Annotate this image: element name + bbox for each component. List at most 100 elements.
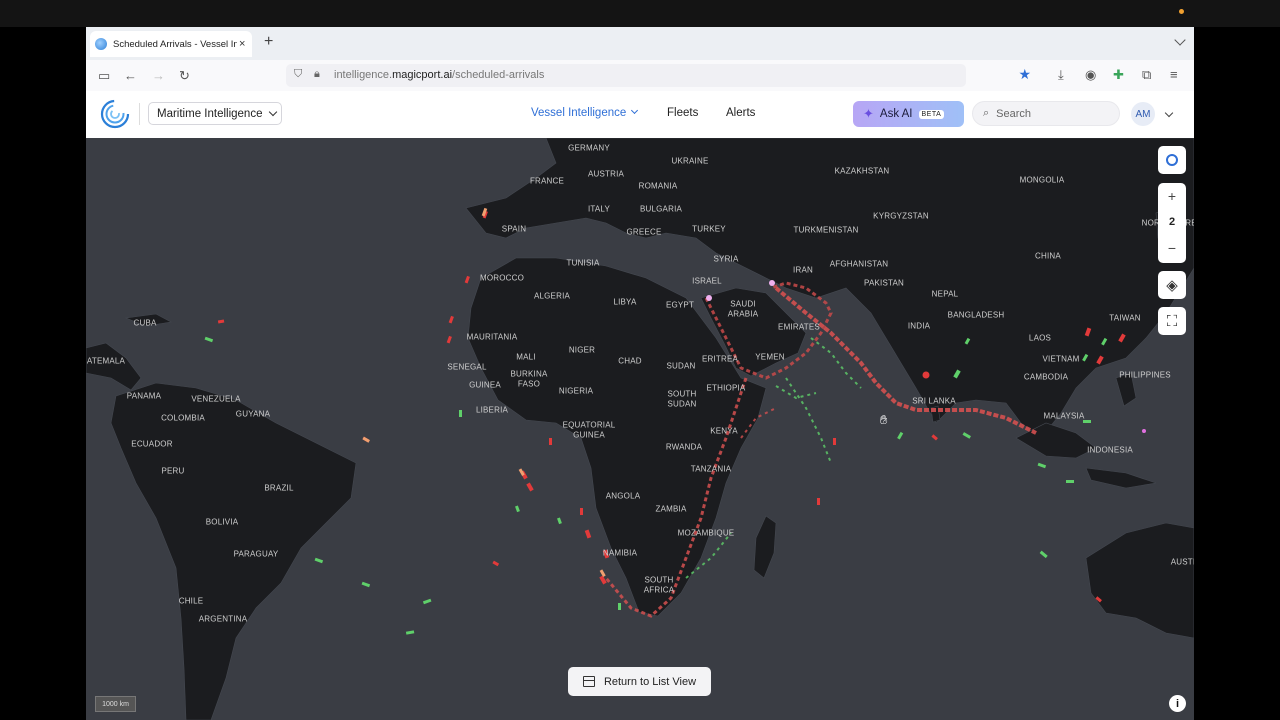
country-label: PERU xyxy=(161,466,185,476)
account-icon[interactable]: ◉ xyxy=(1085,67,1096,83)
vessel-map[interactable]: GERMANY UKRAINE FRANCE AUSTRIA ROMANIA KAZAKH… xyxy=(86,138,1194,720)
country-label: SYRIA xyxy=(713,254,739,264)
country-label: CAMBODIA xyxy=(1023,372,1069,382)
country-label: AUSTRIA xyxy=(587,169,625,179)
layers-button[interactable]: ◈ xyxy=(1158,271,1186,299)
country-label: ISRAEL xyxy=(692,276,722,286)
country-label: AFRICA xyxy=(643,585,675,595)
chevron-down-icon[interactable] xyxy=(1164,108,1174,118)
country-label: FRANCE xyxy=(529,176,565,186)
country-label: MOROCCO xyxy=(479,273,525,283)
country-label: SAUDI xyxy=(730,299,756,309)
downloads-icon[interactable]: ⤓ xyxy=(1058,67,1064,83)
reload-icon[interactable]: ↻ xyxy=(179,68,190,84)
search-input[interactable]: ⌕ Search xyxy=(972,101,1120,126)
new-tab-button[interactable]: + xyxy=(264,33,273,51)
country-label: UKRAINE xyxy=(671,156,709,166)
url-bar[interactable]: ⛉ 🔒︎ intelligence.magicport.ai/scheduled… xyxy=(286,64,1031,87)
country-label: ALGERIA xyxy=(533,291,571,301)
country-label: MONGOLIA xyxy=(1019,175,1065,185)
zoom-control: + 2 − xyxy=(1158,183,1186,263)
country-label: GERMANY xyxy=(568,143,610,153)
country-label: KENYA xyxy=(710,426,738,436)
country-label: SUDAN xyxy=(666,361,696,371)
nav-label: Vessel Intelligence xyxy=(531,107,627,119)
nav-vessel-intelligence[interactable]: Vessel Intelligence xyxy=(531,106,639,119)
country-label: SUDAN xyxy=(667,399,697,409)
country-label: EQUATORIAL xyxy=(562,420,616,430)
fullscreen-icon: ⛶ xyxy=(1166,312,1178,330)
country-label: SRI LANKA xyxy=(912,396,956,406)
zoom-in-button[interactable]: + xyxy=(1158,183,1186,209)
country-label: NEPAL xyxy=(931,289,959,299)
country-label: ATEMALA xyxy=(86,356,126,366)
tab-list-chevron-icon[interactable] xyxy=(1174,34,1186,46)
browser-window: Scheduled Arrivals - Vessel Inte × + ▭ ←… xyxy=(86,27,1194,720)
sidebar-toggle-icon[interactable]: ▭ xyxy=(98,68,110,84)
country-label: ARGENTINA xyxy=(198,614,248,624)
map-canvas[interactable] xyxy=(86,138,1194,720)
zoom-out-button[interactable]: − xyxy=(1158,235,1186,261)
forward-icon[interactable]: → xyxy=(152,68,165,83)
extension-icon[interactable]: ✚ xyxy=(1113,67,1124,83)
country-label: GUYANA xyxy=(235,409,271,419)
shield-icon[interactable]: ⛉ xyxy=(294,68,302,81)
info-icon[interactable]: i xyxy=(1169,695,1186,712)
country-label: FASO xyxy=(517,379,541,389)
country-label: SOUTH xyxy=(644,575,674,585)
country-label: ETHIOPIA xyxy=(706,383,746,393)
country-label: KAZAKHSTAN xyxy=(834,166,890,176)
avatar[interactable]: AM xyxy=(1131,102,1155,126)
workspace-dropdown[interactable]: Maritime Intelligence xyxy=(148,102,282,125)
country-label: BULGARIA xyxy=(639,204,683,214)
country-label: LIBERIA xyxy=(475,405,509,415)
header-divider xyxy=(139,103,140,125)
compass-button[interactable] xyxy=(1158,146,1186,174)
country-label: NIGERIA xyxy=(558,386,594,396)
country-label: TAIWAN xyxy=(1109,313,1141,323)
country-label: PHILIPPINES xyxy=(1119,370,1171,380)
ask-ai-button[interactable]: ✦ Ask AI BETA xyxy=(853,101,964,127)
country-label: IRAN xyxy=(793,265,813,275)
menu-icon[interactable]: ≡ xyxy=(1170,67,1178,82)
extensions-puzzle-icon[interactable]: ⧉ xyxy=(1142,67,1151,83)
country-label: ZAMBIA xyxy=(655,504,687,514)
bookmark-star-icon[interactable]: ★ xyxy=(1018,66,1031,83)
beta-badge: BETA xyxy=(918,109,945,119)
tab-title: Scheduled Arrivals - Vessel Inte xyxy=(113,38,237,50)
country-label: NIGER xyxy=(568,345,596,355)
country-label: BURKINA xyxy=(510,369,548,379)
lock-icon[interactable]: 🔒︎ xyxy=(314,68,320,81)
back-icon[interactable]: ← xyxy=(124,68,137,83)
nav-fleets[interactable]: Fleets xyxy=(667,107,698,119)
country-label: AUSTI xyxy=(1170,557,1194,567)
country-label: LAOS xyxy=(1028,333,1052,343)
close-tab-icon[interactable]: × xyxy=(239,38,245,50)
return-to-list-button[interactable]: Return to List View xyxy=(568,667,711,696)
layers-icon: ◈ xyxy=(1166,277,1178,294)
fullscreen-button[interactable]: ⛶ xyxy=(1158,307,1186,335)
search-icon: ⌕ xyxy=(983,107,990,119)
country-label: VIETNAM xyxy=(1042,354,1080,364)
os-top-bar xyxy=(0,0,1280,27)
country-label: EGYPT xyxy=(665,300,695,310)
nav-alerts[interactable]: Alerts xyxy=(726,107,755,119)
country-label: BANGLADESH xyxy=(947,310,1005,320)
browser-tab[interactable]: Scheduled Arrivals - Vessel Inte × xyxy=(90,31,252,57)
return-to-list-label: Return to List View xyxy=(603,675,697,688)
compass-icon xyxy=(1166,154,1178,166)
address-toolbar: ▭ ← → ↻ ⛉ 🔒︎ intelligence.magicport.ai/s… xyxy=(86,60,1194,92)
magicport-logo-icon[interactable] xyxy=(100,99,130,129)
country-label: PARAGUAY xyxy=(233,549,279,559)
country-label: MALI xyxy=(516,352,536,362)
country-label: CHAD xyxy=(618,356,642,366)
country-label: SENEGAL xyxy=(447,362,487,372)
country-label: BRAZIL xyxy=(264,483,294,493)
country-label: BOLIVIA xyxy=(205,517,239,527)
country-label: PAKISTAN xyxy=(864,278,904,288)
url-text[interactable]: intelligence.magicport.ai/scheduled-arri… xyxy=(334,69,544,81)
country-label: COLOMBIA xyxy=(161,413,205,423)
country-label: INDIA xyxy=(907,321,931,331)
country-label: GUINEA xyxy=(469,380,501,390)
app-header: Maritime Intelligence Vessel Intelligenc… xyxy=(86,91,1194,139)
